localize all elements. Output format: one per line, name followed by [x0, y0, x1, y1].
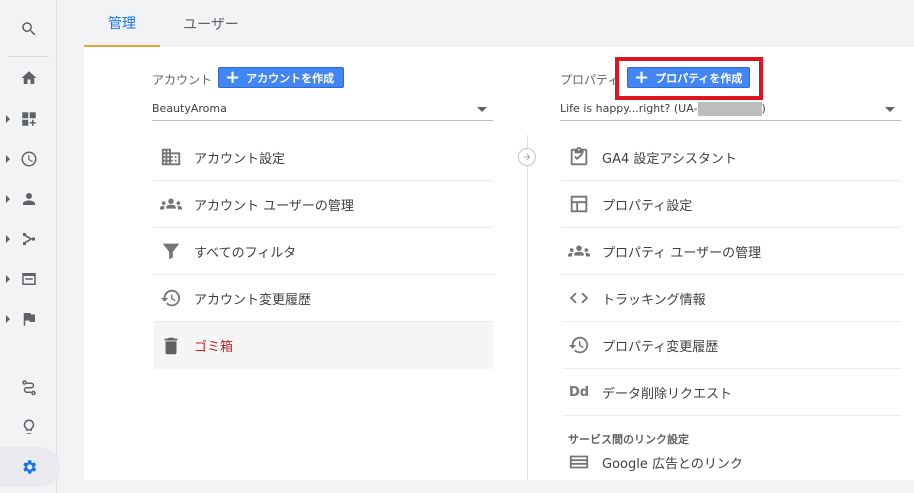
menu-account-user-management[interactable]: アカウント ユーザーの管理 [154, 181, 493, 228]
column-link-arrow [518, 148, 536, 166]
tab-user[interactable]: ユーザー [170, 0, 252, 47]
acquisition-icon [22, 233, 35, 245]
history-icon [568, 334, 590, 356]
menu-label: プロパティ ユーザーの管理 [602, 245, 762, 261]
menu-label: データ削除リクエスト [602, 386, 733, 402]
people-icon [568, 240, 590, 262]
lightbulb-icon [23, 419, 34, 434]
menu-account-settings[interactable]: アカウント設定 [154, 134, 493, 181]
person-icon [22, 193, 35, 205]
menu-label: プロパティ設定 [602, 198, 693, 214]
nav-behavior[interactable] [0, 264, 57, 294]
nav-acquisition[interactable] [0, 224, 57, 254]
code-icon [568, 287, 590, 309]
nav-attribution[interactable] [0, 372, 57, 402]
menu-data-deletion-request[interactable]: Dd データ削除リクエスト [562, 369, 901, 416]
trash-icon [160, 335, 182, 357]
property-select[interactable]: Life is happy...right? (UA- ) [560, 97, 901, 121]
building-icon [160, 146, 182, 168]
flag-icon [23, 313, 35, 326]
menu-label: すべてのフィルタ [194, 245, 297, 261]
dd-icon: Dd [568, 384, 590, 400]
property-column-label: プロパティ [560, 73, 620, 87]
create-account-label: アカウントを作成 [246, 71, 335, 85]
clock-icon [21, 151, 36, 167]
nav-audience[interactable] [0, 184, 57, 214]
nav-customization[interactable] [0, 104, 57, 134]
account-select-value: BeautyAroma [152, 102, 227, 115]
column-divider [527, 135, 528, 480]
nav-realtime[interactable] [0, 144, 57, 174]
nav-home[interactable] [0, 63, 57, 93]
history-icon [160, 287, 182, 309]
dropdown-caret-icon [885, 107, 895, 112]
tab-admin[interactable]: 管理 [84, 0, 160, 47]
nav-conversions[interactable] [0, 304, 57, 334]
clipboard-check-icon [568, 146, 590, 168]
menu-property-change-history[interactable]: プロパティ変更履歴 [562, 322, 901, 369]
dashboard-plus-icon [21, 112, 36, 126]
nav-divider [8, 56, 49, 57]
menu-all-filters[interactable]: すべてのフィルタ [154, 228, 493, 275]
tab-bar: 管理 ユーザー [84, 0, 914, 47]
filter-icon [160, 240, 182, 262]
property-select-prefix: Life is happy...right? (UA- [560, 102, 698, 115]
menu-tracking-info[interactable]: トラッキング情報 [562, 275, 901, 322]
menu-property-settings[interactable]: プロパティ設定 [562, 181, 901, 228]
redacted-mask [697, 101, 762, 116]
property-select-suffix: ) [761, 102, 766, 115]
route-icon [21, 380, 36, 396]
menu-label: Google 広告とのリンク [602, 456, 743, 472]
menu-label: アカウント設定 [194, 151, 286, 167]
menu-label: アカウント ユーザーの管理 [194, 198, 354, 214]
menu-trash[interactable]: ゴミ箱 [154, 322, 493, 369]
menu-account-change-history[interactable]: アカウント変更履歴 [154, 275, 493, 322]
menu-property-user-management[interactable]: プロパティ ユーザーの管理 [562, 228, 901, 275]
create-account-button[interactable]: + アカウントを作成 [218, 67, 344, 88]
menu-label: トラッキング情報 [602, 292, 706, 308]
analytics-admin-app: 管理 ユーザー アカウント + アカウントを作成 BeautyAroma アカウ… [0, 0, 914, 493]
home-icon [21, 71, 36, 84]
menu-google-ads-link[interactable]: Google 広告とのリンク [562, 444, 901, 480]
menu-label: GA4 設定アシスタント [602, 151, 737, 167]
gear-icon [22, 460, 36, 474]
nav-discover[interactable] [0, 412, 57, 442]
menu-ga4-setup-assistant[interactable]: GA4 設定アシスタント [562, 134, 901, 181]
left-nav [0, 0, 60, 493]
arrow-right-icon [523, 153, 531, 161]
account-column-label: アカウント [152, 73, 213, 87]
menu-label: アカウント変更履歴 [194, 292, 312, 308]
account-select[interactable]: BeautyAroma [152, 97, 493, 121]
menu-label: ゴミ箱 [194, 340, 234, 355]
menu-label: プロパティ変更履歴 [602, 339, 719, 355]
people-icon [160, 193, 182, 215]
behavior-icon [21, 273, 36, 285]
plus-icon: + [225, 66, 241, 88]
admin-panel: アカウント + アカウントを作成 BeautyAroma アカウント設定 アカウ… [84, 47, 914, 480]
layout-icon [568, 193, 590, 215]
ads-icon [568, 451, 590, 473]
nav-admin[interactable] [0, 452, 57, 482]
search-icon [21, 22, 35, 36]
nav-search[interactable] [0, 14, 57, 44]
dropdown-caret-icon [477, 107, 487, 112]
highlight-box [615, 57, 763, 100]
